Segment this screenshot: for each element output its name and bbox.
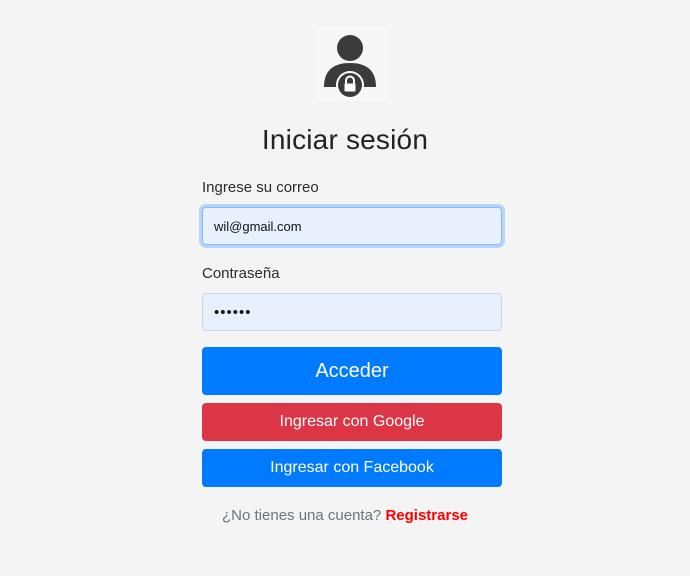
email-field[interactable] <box>202 207 502 245</box>
facebook-login-button[interactable]: Ingresar con Facebook <box>202 449 502 487</box>
page-title: Iniciar sesión <box>261 124 429 155</box>
register-link[interactable]: Registrarse <box>385 507 468 524</box>
password-field[interactable] <box>202 293 502 331</box>
email-label: Ingrese su correo <box>202 179 319 196</box>
google-login-button[interactable]: Ingresar con Google <box>202 403 502 441</box>
user-lock-icon <box>316 27 388 101</box>
login-page: Iniciar sesión Ingrese su correo Contras… <box>0 0 690 576</box>
password-label: Contraseña <box>202 265 280 282</box>
register-prompt: ¿No tienes una cuenta? Registrarse <box>0 507 690 524</box>
login-button[interactable]: Acceder <box>202 347 502 395</box>
register-prompt-text: ¿No tienes una cuenta? <box>222 507 382 524</box>
